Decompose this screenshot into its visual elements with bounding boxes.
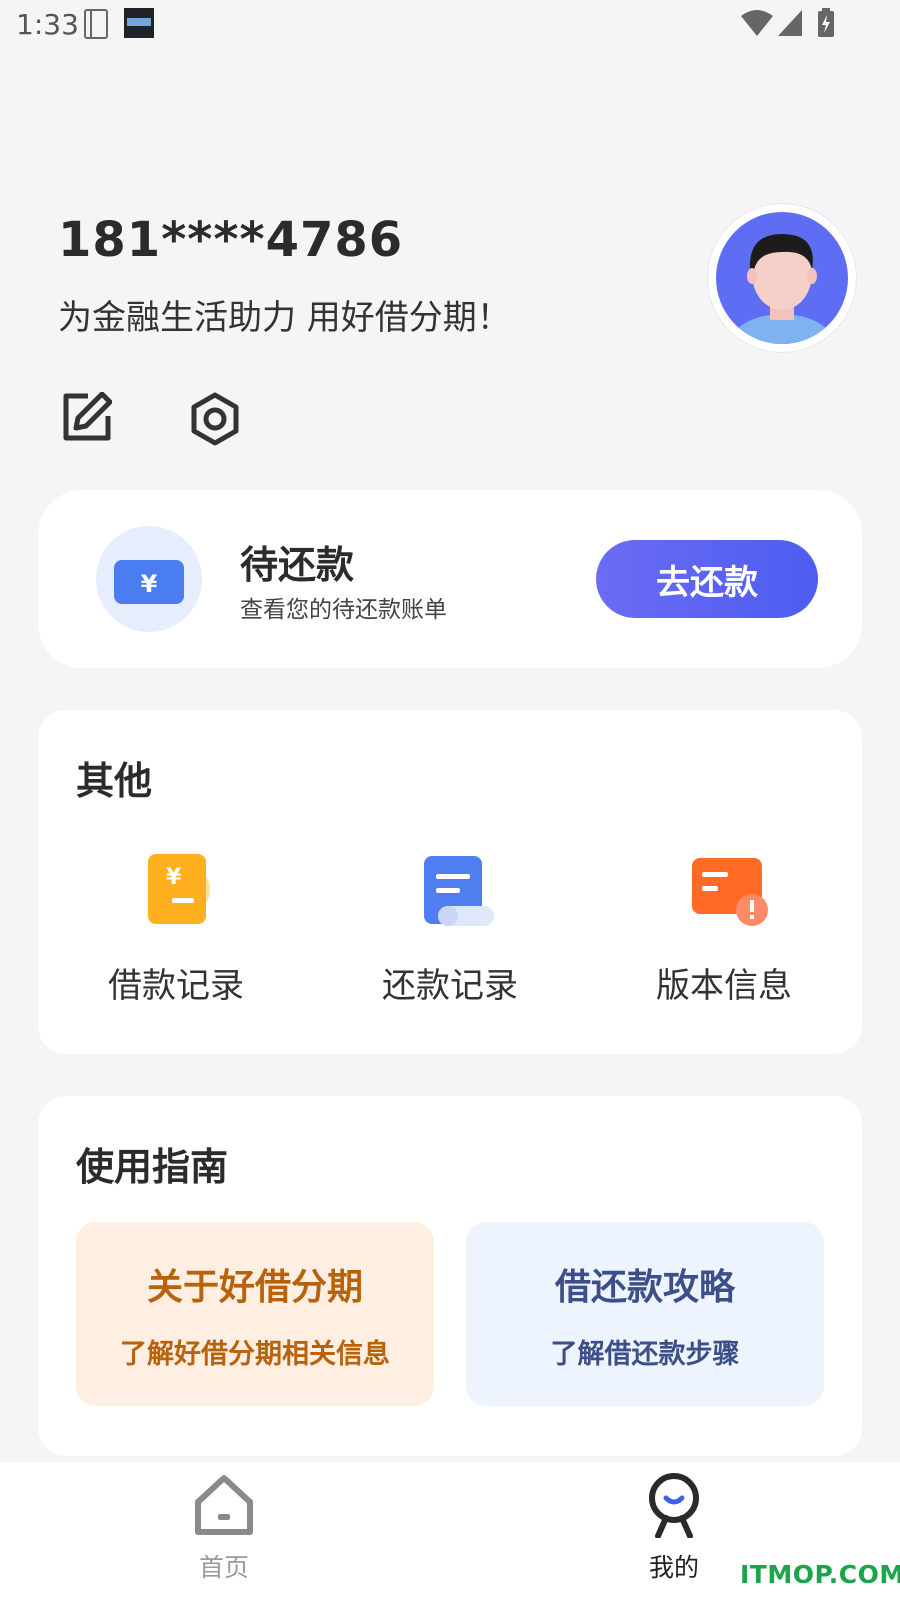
user-phone: 181****4786 [58,212,404,268]
repay-subtitle: 查看您的待还款账单 [240,597,447,623]
sim-card-icon [84,9,108,39]
other-section-title: 其他 [76,759,153,803]
svg-text:¥: ¥ [166,865,182,890]
slogan-text: 为金融生活助力 用好借分期！ [58,298,511,338]
avatar-icon [716,212,848,344]
edit-icon[interactable] [62,392,112,442]
loan-record-icon: ¥ [148,854,210,924]
yuan-card-icon: ¥ [114,560,184,604]
repay-title: 待还款 [240,543,355,587]
nav-home-label: 首页 [198,1553,249,1582]
svg-text:¥: ¥ [141,570,158,598]
watermark: ITMOP.COM [740,1560,900,1589]
wifi-icon [741,10,773,36]
loan-record-label: 借款记录 [108,966,244,1006]
battery-icon [818,8,834,37]
guide-strategy-button[interactable]: 借还款攻略 了解借还款步骤 [466,1222,824,1406]
guide-strategy-title: 借还款攻略 [554,1267,735,1308]
guide-strategy-subtitle: 了解借还款步骤 [550,1339,740,1370]
guide-section-title: 使用指南 [76,1145,229,1189]
go-repay-button[interactable]: 去还款 [596,540,818,618]
loan-record-item[interactable]: ¥ 借款记录 [76,846,276,1006]
repay-record-item[interactable]: 还款记录 [350,846,550,1006]
avatar[interactable] [708,204,856,352]
guide-about-button[interactable]: 关于好借分期 了解好借分期相关信息 [76,1222,434,1406]
version-info-label: 版本信息 [656,966,792,1006]
status-time: 1:33 [16,8,79,41]
repay-record-icon [424,856,494,926]
repay-icon-circle: ¥ [96,526,202,632]
signal-icon [778,10,802,36]
settings-icon[interactable] [190,392,240,446]
repay-record-label: 还款记录 [382,966,518,1006]
mine-icon [649,1473,699,1538]
nav-mine-label: 我的 [648,1553,699,1582]
nav-mine[interactable]: 我的 [594,1472,754,1592]
clock-widget-icon [124,8,154,38]
nav-home[interactable]: 首页 [144,1472,304,1592]
version-info-icon [692,858,768,926]
version-info-item[interactable]: 版本信息 [624,846,824,1006]
guide-about-subtitle: 了解好借分期相关信息 [120,1339,390,1370]
home-icon [195,1475,253,1535]
guide-about-title: 关于好借分期 [146,1267,363,1308]
